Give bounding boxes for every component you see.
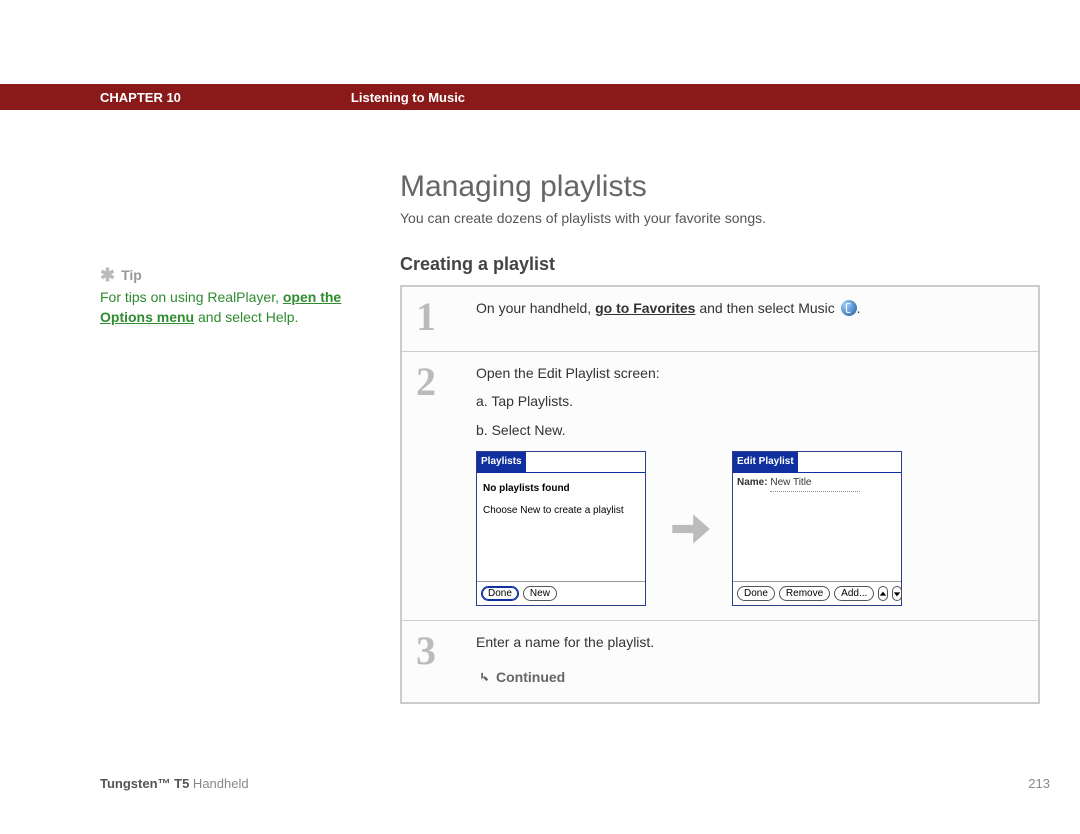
- step-1-post: and then select Music: [695, 300, 838, 316]
- screen-title: Edit Playlist: [733, 452, 798, 472]
- top-spacer: [0, 0, 1080, 84]
- choose-new-msg: Choose New to create a playlist: [483, 503, 639, 519]
- step-2-line: Open the Edit Playlist screen:: [476, 362, 1024, 384]
- tip-heading: ✱ Tip: [100, 266, 380, 284]
- tip-body: For tips on using RealPlayer, open the O…: [100, 288, 380, 327]
- product-rest: Handheld: [189, 776, 248, 791]
- name-row: Name: New Title: [733, 473, 901, 494]
- screen-titlebar: Edit Playlist: [733, 452, 901, 473]
- continued-label: Continued: [496, 666, 565, 688]
- arrow-right-icon: [664, 504, 714, 554]
- step-1-body: On your handheld, go to Favorites and th…: [476, 297, 1024, 337]
- tip-pre: For tips on using RealPlayer,: [100, 289, 283, 305]
- screen-body: [733, 494, 901, 581]
- step-number: 3: [416, 631, 456, 688]
- step-3-body: Enter a name for the playlist. Continued: [476, 631, 1024, 688]
- screen-body: No playlists found Choose New to create …: [477, 473, 645, 581]
- product-bold: Tungsten™ T5: [100, 776, 189, 791]
- step-2a: a. Tap Playlists.: [476, 390, 1024, 412]
- step-3-line: Enter a name for the playlist.: [476, 631, 1024, 653]
- remove-button[interactable]: Remove: [779, 586, 830, 601]
- subsection-title: Creating a playlist: [400, 254, 1040, 275]
- product-name: Tungsten™ T5 Handheld: [100, 776, 249, 791]
- step-1-pre: On your handheld,: [476, 300, 595, 316]
- step-2-sublist: a. Tap Playlists. b. Select New.: [476, 390, 1024, 441]
- step-3: 3 Enter a name for the playlist. Continu…: [402, 620, 1038, 702]
- screen-title: Playlists: [477, 452, 526, 472]
- steps-table: 1 On your handheld, go to Favorites and …: [400, 285, 1040, 704]
- step-number: 1: [416, 297, 456, 337]
- asterisk-icon: ✱: [100, 266, 115, 284]
- tip-label: Tip: [121, 267, 142, 283]
- page-title: Managing playlists: [400, 170, 1040, 204]
- page-number: 213: [1028, 776, 1050, 791]
- favorites-link[interactable]: go to Favorites: [595, 300, 695, 316]
- music-icon: [841, 300, 857, 316]
- chapter-topic: Listening to Music: [351, 90, 465, 105]
- done-button[interactable]: Done: [481, 586, 519, 601]
- name-label: Name:: [737, 477, 768, 488]
- step-1-end: .: [857, 300, 861, 316]
- up-arrow-icon[interactable]: [878, 586, 888, 601]
- playlists-screen: Playlists No playlists found Choose New …: [476, 451, 646, 606]
- screenshots-row: Playlists No playlists found Choose New …: [476, 451, 1024, 606]
- screen-footer: Done Remove Add...: [733, 581, 901, 605]
- chapter-label: CHAPTER 10: [100, 90, 181, 105]
- sidebar: ✱ Tip For tips on using RealPlayer, open…: [100, 170, 400, 704]
- done-button[interactable]: Done: [737, 586, 775, 601]
- main-content: Managing playlists You can create dozens…: [400, 170, 1040, 704]
- continued-row: Continued: [476, 666, 1024, 688]
- continued-arrow-icon: [476, 670, 490, 684]
- tip-post: and select Help.: [194, 309, 298, 325]
- step-2: 2 Open the Edit Playlist screen: a. Tap …: [402, 351, 1038, 620]
- edit-playlist-screen: Edit Playlist Name: New Title Done Remov…: [732, 451, 902, 606]
- no-playlists-msg: No playlists found: [483, 481, 639, 497]
- step-2b: b. Select New.: [476, 419, 1024, 441]
- step-number: 2: [416, 362, 456, 606]
- intro-text: You can create dozens of playlists with …: [400, 210, 1040, 226]
- chapter-header: CHAPTER 10 Listening to Music: [0, 84, 1080, 110]
- page-footer: Tungsten™ T5 Handheld 213: [0, 776, 1080, 791]
- step-2-body: Open the Edit Playlist screen: a. Tap Pl…: [476, 362, 1024, 606]
- add-button[interactable]: Add...: [834, 586, 874, 601]
- new-button[interactable]: New: [523, 586, 557, 601]
- step-1: 1 On your handheld, go to Favorites and …: [402, 287, 1038, 351]
- name-field[interactable]: New Title: [770, 475, 860, 492]
- down-arrow-icon[interactable]: [892, 586, 902, 601]
- screen-titlebar: Playlists: [477, 452, 645, 473]
- screen-footer: Done New: [477, 581, 645, 605]
